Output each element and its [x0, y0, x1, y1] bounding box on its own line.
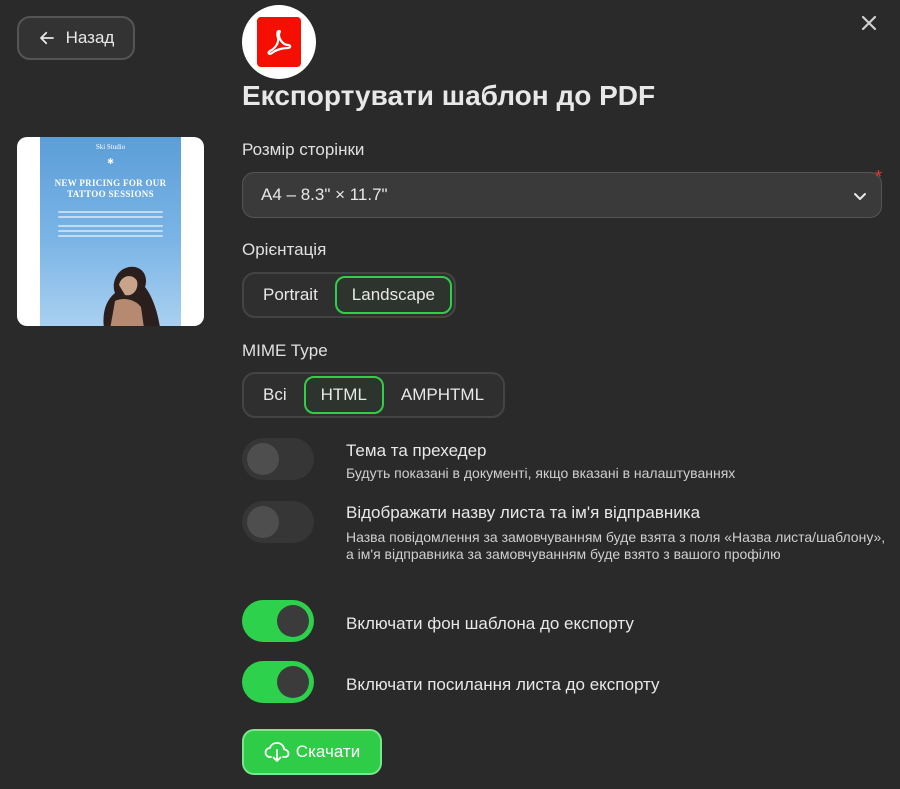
preview-text-line: [58, 230, 163, 232]
toggle-knob: [247, 506, 279, 538]
preview-text-line: [58, 216, 163, 218]
toggle-knob: [277, 605, 309, 637]
toggle-show-name-sender[interactable]: [242, 501, 314, 543]
adobe-pdf-icon: [257, 17, 301, 67]
preview-text-line: [58, 235, 163, 237]
preview-brand: Ski Studio: [95, 143, 126, 151]
back-button[interactable]: Назад: [17, 16, 135, 60]
page-title: Експортувати шаблон до PDF: [242, 80, 656, 111]
arrow-left-icon: [39, 31, 54, 45]
required-mark: *: [874, 167, 882, 187]
preview-text-line: [58, 211, 163, 213]
preview-headline: NEW PRICING FOR OUR TATTOO SESSIONS: [54, 178, 167, 199]
orientation-option-landscape[interactable]: Landscape: [334, 276, 452, 314]
mime-type-label: MIME Type: [242, 341, 328, 360]
page-size-select[interactable]: A4 – 8.3" × 11.7" *: [242, 167, 882, 218]
orientation-segmented-control: Portrait Landscape: [242, 272, 456, 318]
back-button-label: Назад: [65, 28, 115, 47]
mime-type-segmented-control: Всі HTML AMPHTML: [242, 372, 506, 418]
page-size-value: A4 – 8.3" × 11.7": [261, 185, 388, 204]
preview-text-line: [58, 225, 163, 227]
orientation-label: Орієнтація: [242, 240, 327, 259]
option-title-subject-preheader: Тема та прехедер: [346, 441, 487, 460]
toggle-knob: [247, 443, 279, 475]
toggle-subject-preheader[interactable]: [242, 438, 314, 480]
cloud-download-icon: [264, 742, 290, 762]
toggle-include-background[interactable]: [242, 600, 314, 642]
mime-option-all[interactable]: Всі: [246, 376, 304, 414]
template-preview: Ski Studio ✱ NEW PRICING FOR OUR TATTOO …: [17, 137, 204, 326]
page-size-label: Розмір сторінки: [242, 140, 365, 159]
mime-option-amphtml[interactable]: AMPHTML: [384, 376, 501, 414]
preview-photo: [103, 266, 160, 326]
orientation-option-portrait[interactable]: Portrait: [246, 276, 335, 314]
template-preview-image: Ski Studio ✱ NEW PRICING FOR OUR TATTOO …: [40, 137, 181, 326]
toggle-include-links[interactable]: [242, 661, 314, 703]
preview-star-icon: ✱: [107, 157, 114, 166]
close-button[interactable]: [858, 12, 880, 34]
option-desc-show-name-sender: Назва повідомлення за замовчуванням буде…: [346, 529, 886, 562]
pdf-logo: [242, 5, 316, 79]
download-button-label: Скачати: [295, 742, 361, 761]
option-title-include-background: Включати фон шаблона до експорту: [346, 614, 634, 633]
download-button[interactable]: Скачати: [242, 729, 382, 775]
toggle-knob: [277, 666, 309, 698]
option-title-include-links: Включати посилання листа до експорту: [346, 675, 660, 694]
mime-option-html[interactable]: HTML: [303, 376, 384, 414]
chevron-down-icon: [854, 193, 866, 200]
option-title-show-name-sender: Відображати назву листа та ім'я відправн…: [346, 503, 701, 522]
close-icon: [861, 15, 877, 31]
option-desc-subject-preheader: Будуть показані в документі, якщо вказан…: [346, 465, 736, 481]
